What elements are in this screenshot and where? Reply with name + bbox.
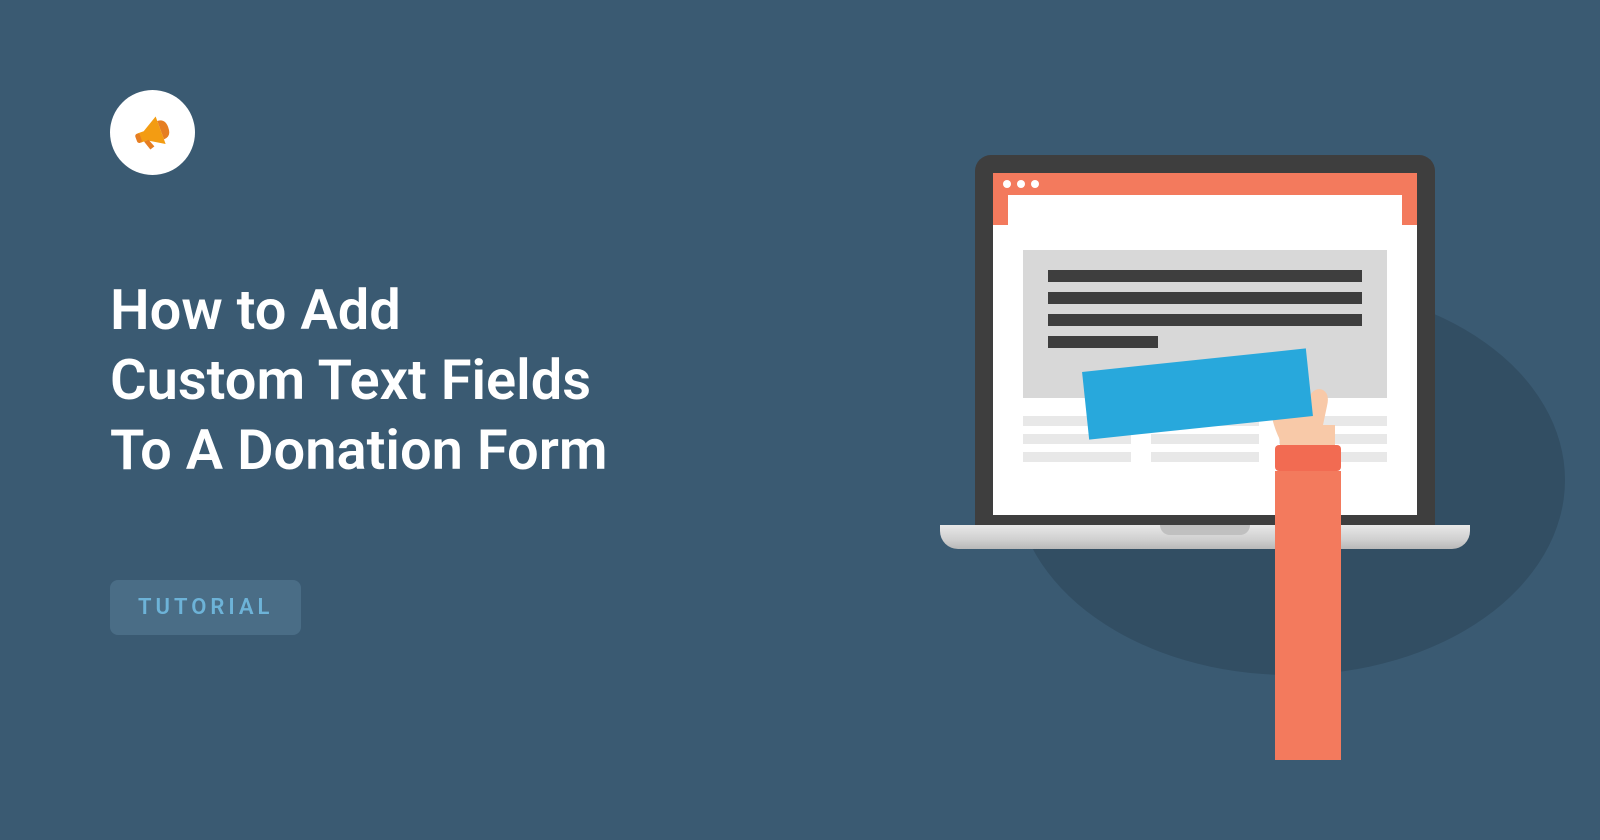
laptop-notch (1160, 525, 1250, 535)
megaphone-icon (127, 107, 179, 159)
category-badge: TUTORIAL (110, 580, 301, 635)
text-line (1048, 336, 1158, 348)
logo-badge (110, 90, 195, 175)
text-line (1048, 292, 1362, 304)
url-bar (1008, 195, 1402, 225)
window-dot (1017, 180, 1025, 188)
title-line-1: How to Add (110, 277, 401, 343)
col-line (1023, 452, 1131, 462)
col-line (1151, 434, 1259, 444)
window-dot (1003, 180, 1011, 188)
text-line (1048, 270, 1362, 282)
window-dot (1031, 180, 1039, 188)
col-line (1151, 452, 1259, 462)
title-line-3: To A Donation Form (110, 417, 608, 483)
text-line (1048, 314, 1362, 326)
browser-chrome (993, 173, 1417, 195)
hero-banner: How to Add Custom Text Fields To A Donat… (0, 0, 1600, 840)
title-line-2: Custom Text Fields (110, 347, 591, 413)
laptop-illustration (935, 155, 1505, 735)
